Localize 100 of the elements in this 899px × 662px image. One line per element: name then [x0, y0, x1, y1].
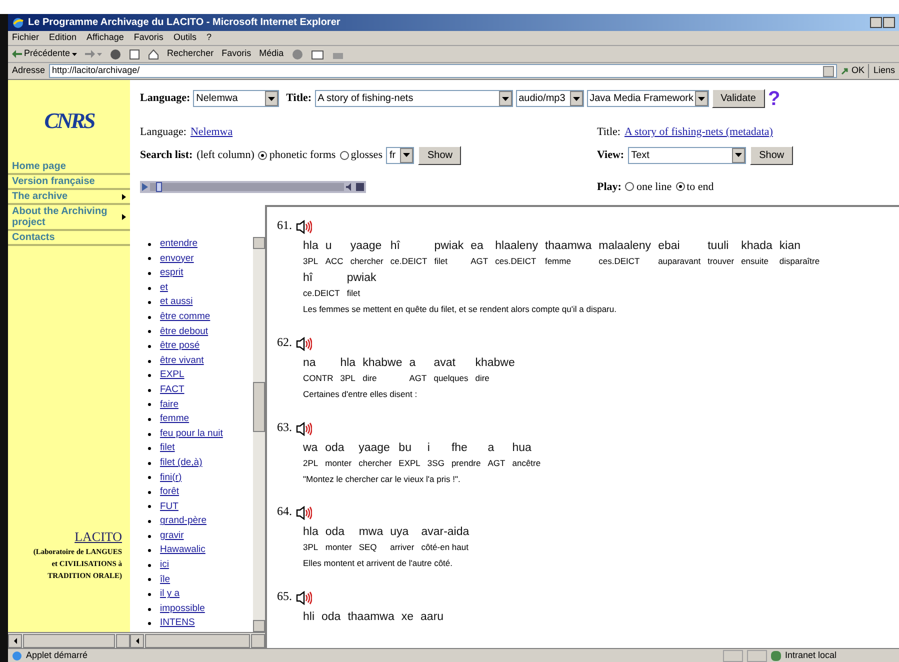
title-select[interactable]: A story of fishing-nets: [314, 90, 513, 107]
scroll-down-button[interactable]: [253, 620, 265, 632]
audio-player[interactable]: [140, 180, 366, 193]
vertical-scrollbar[interactable]: [253, 237, 265, 632]
word-link[interactable]: être posé: [160, 339, 200, 354]
word-link[interactable]: feu pour la nuit: [160, 426, 223, 442]
word-link[interactable]: entendre: [160, 237, 198, 252]
speaker-icon[interactable]: [296, 336, 312, 351]
word-link[interactable]: et aussi: [160, 295, 193, 310]
word-link[interactable]: filet: [160, 441, 175, 456]
language-link[interactable]: Nelemwa: [190, 124, 233, 140]
word-link[interactable]: il y a: [160, 587, 180, 602]
radio-button[interactable]: [258, 150, 268, 160]
word-link[interactable]: gravir: [160, 528, 184, 544]
word-link[interactable]: EXPL: [160, 368, 184, 383]
format-select[interactable]: audio/mp3: [516, 90, 584, 107]
word-link[interactable]: envoyer: [160, 252, 194, 266]
word-link[interactable]: et: [160, 280, 168, 296]
back-button[interactable]: Précédente: [12, 47, 78, 61]
maximize-button[interactable]: [883, 17, 895, 28]
phonetic-word: hî: [303, 271, 314, 286]
scroll-thumb[interactable]: [145, 634, 250, 648]
menu-item[interactable]: Favoris: [134, 31, 164, 45]
word-link[interactable]: INTENS: [160, 616, 195, 632]
intranet-icon: [771, 650, 781, 660]
speaker-icon[interactable]: [296, 422, 312, 436]
word-link[interactable]: île: [160, 572, 170, 588]
horizontal-scrollbar[interactable]: [130, 632, 265, 648]
status-panel: [747, 650, 767, 662]
scroll-thumb[interactable]: [23, 634, 115, 648]
lacito-link[interactable]: LACITO: [74, 526, 122, 546]
word-link[interactable]: esprit: [160, 266, 184, 281]
language-select[interactable]: Nelemwa: [193, 90, 280, 107]
menu-item[interactable]: Fichier: [12, 31, 40, 45]
seek-thumb[interactable]: [156, 182, 162, 192]
gloss-word: côté-en haut: [421, 541, 470, 554]
scroll-left-button[interactable]: [8, 634, 22, 648]
menu-item[interactable]: Outils: [173, 31, 196, 45]
scroll-up-button[interactable]: [253, 237, 265, 249]
word-link[interactable]: femme: [160, 412, 190, 427]
show-button[interactable]: Show: [418, 146, 462, 164]
word-link[interactable]: Hawawalic: [160, 543, 206, 558]
scroll-right-button[interactable]: [251, 634, 265, 648]
validate-button[interactable]: Validate: [712, 89, 765, 108]
speaker-icon[interactable]: [296, 506, 312, 520]
search-button[interactable]: Rechercher: [167, 47, 214, 61]
radio-button[interactable]: [625, 182, 634, 192]
nav-item[interactable]: Contacts: [8, 231, 130, 246]
scroll-thumb[interactable]: [253, 382, 265, 432]
word-link[interactable]: être debout: [160, 324, 208, 340]
menu-item[interactable]: ?: [206, 31, 212, 45]
favorites-button[interactable]: Favoris: [222, 47, 252, 61]
nav-item[interactable]: Version française: [8, 175, 130, 190]
view-select[interactable]: Text: [628, 146, 746, 164]
home-icon[interactable]: [148, 48, 160, 60]
sentence-number: 64.: [277, 503, 292, 520]
word-link[interactable]: fini(r): [160, 470, 182, 486]
gloss-word: CONTR: [303, 372, 334, 385]
nav-item[interactable]: About the Archiving project: [8, 205, 130, 231]
title-link[interactable]: A story of fishing-nets (metadata): [624, 124, 773, 140]
back-arrow-icon: [12, 50, 22, 58]
word-link[interactable]: grand-père: [160, 514, 206, 529]
media-button[interactable]: Média: [259, 47, 284, 61]
language-code-select[interactable]: fr: [386, 146, 414, 164]
search-list-label: Search list:: [140, 148, 193, 163]
gloss-word: prendre: [451, 456, 481, 470]
word-link[interactable]: forêt: [160, 485, 180, 500]
horizontal-scrollbar[interactable]: [8, 632, 130, 648]
volume-icon[interactable]: [346, 182, 354, 191]
gloss-word: 3PL: [340, 372, 356, 385]
go-button[interactable]: OK: [841, 64, 864, 78]
word-link[interactable]: impossible: [160, 602, 205, 616]
phonetic-word: hua: [512, 440, 532, 456]
gloss-word: trouver: [708, 255, 734, 268]
word-link[interactable]: filet (de,à): [160, 456, 202, 470]
word-link[interactable]: être comme: [160, 310, 210, 325]
gloss-word: EXPL: [398, 456, 420, 470]
show-button[interactable]: Show: [750, 146, 794, 164]
minimize-button[interactable]: [870, 17, 882, 28]
player-select[interactable]: Java Media Framework: [586, 90, 709, 107]
word-link[interactable]: faire: [160, 398, 178, 412]
scroll-left-button[interactable]: [130, 634, 144, 648]
menu-item[interactable]: Affichage: [86, 31, 124, 45]
menu-item[interactable]: Edition: [49, 31, 77, 45]
help-link[interactable]: ?: [768, 90, 780, 108]
word-link[interactable]: FACT: [160, 382, 184, 398]
speaker-icon[interactable]: [296, 220, 312, 234]
word-link[interactable]: ici: [160, 558, 169, 573]
links-button[interactable]: Liens: [868, 64, 895, 78]
speaker-icon[interactable]: [296, 591, 312, 605]
dropdown-arrow-icon: [72, 52, 78, 56]
word-link[interactable]: FUT: [160, 500, 178, 514]
nav-item[interactable]: Home page: [8, 160, 130, 175]
radio-label: glosses: [350, 148, 382, 163]
radio-button[interactable]: [676, 182, 685, 192]
address-field[interactable]: http://lacito/archivage/: [49, 64, 838, 78]
nav-item[interactable]: The archive: [8, 190, 130, 205]
play-icon[interactable]: [142, 182, 148, 191]
word-link[interactable]: être vivant: [160, 354, 204, 368]
radio-button[interactable]: [340, 150, 349, 160]
